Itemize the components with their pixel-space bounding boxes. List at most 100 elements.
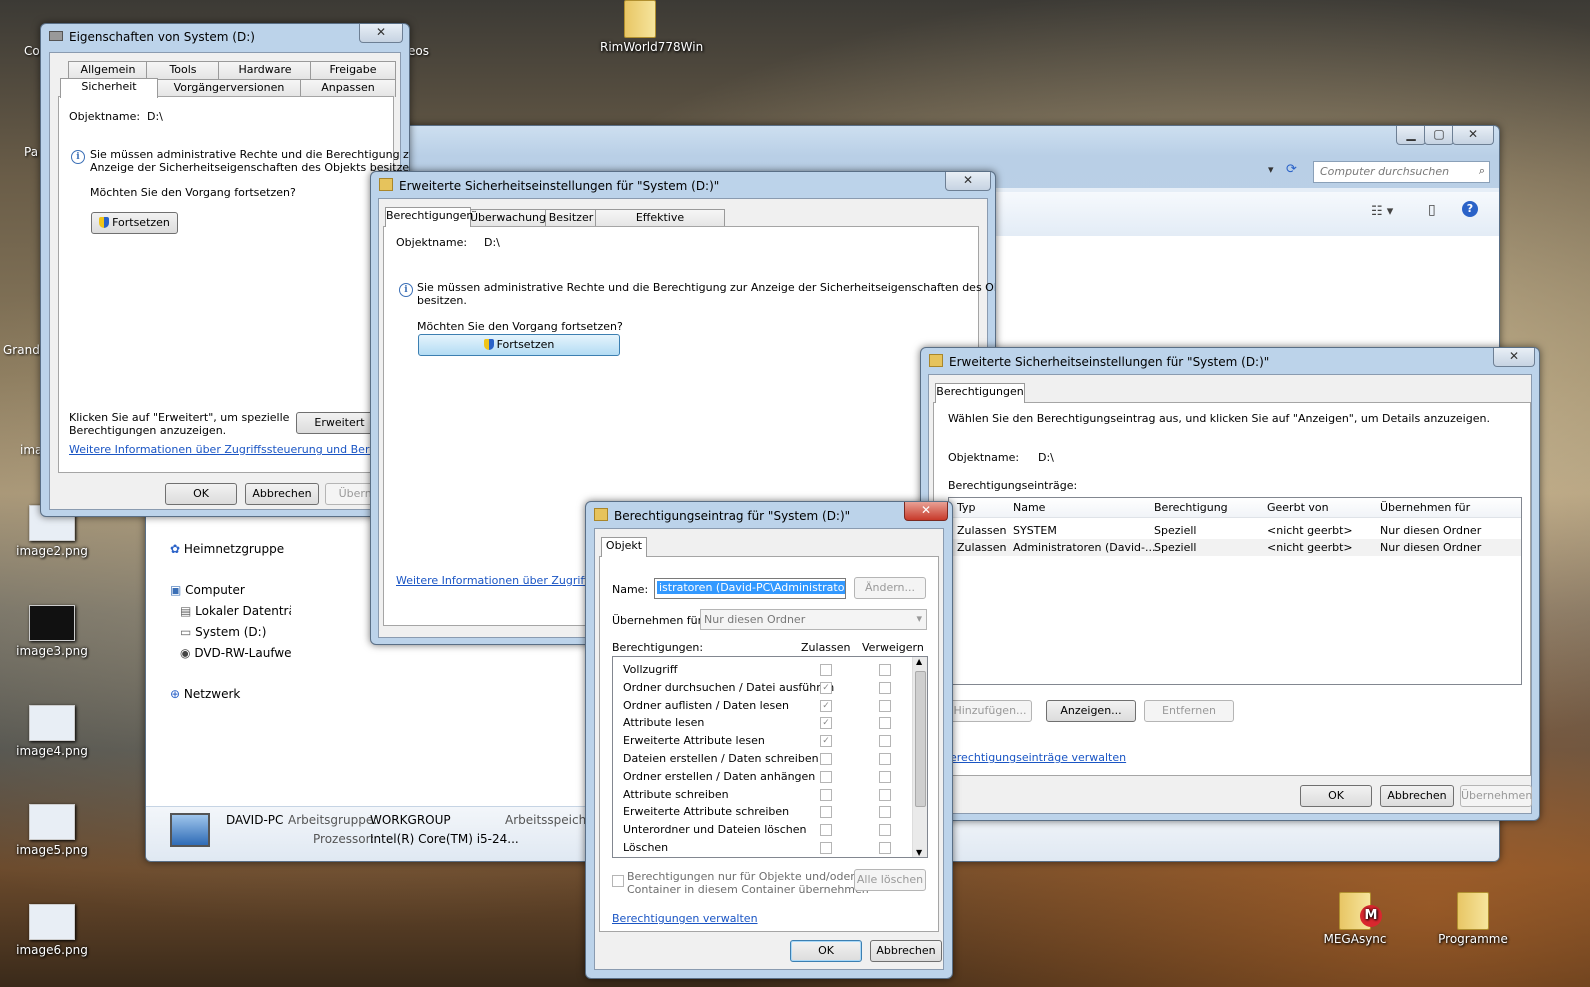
name-field[interactable]: istratoren (David-PC\Administratoren) <box>654 578 846 599</box>
close-button[interactable]: ✕ <box>1452 126 1494 145</box>
refresh-icon[interactable]: ⟳ <box>1286 162 1297 177</box>
column-header-inherited[interactable]: Geerbt von <box>1267 501 1329 514</box>
tab-effektive-berechtigungen[interactable]: Effektive Berechtigungen <box>595 209 725 240</box>
permission-row[interactable]: Unterordner und Dateien löschen <box>613 821 909 838</box>
deny-checkbox[interactable] <box>879 699 891 712</box>
deny-checkbox[interactable] <box>879 770 891 783</box>
properties-dialog[interactable]: Eigenschaften von System (D:) ✕ Allgemei… <box>40 23 410 517</box>
continue-button[interactable]: Fortsetzen <box>418 334 620 356</box>
maximize-button[interactable]: ▢ <box>1424 126 1454 145</box>
tab-berechtigungen[interactable]: Berechtigungen <box>385 207 473 227</box>
desktop-icon-image4[interactable]: image4.png <box>12 705 92 758</box>
column-header-name[interactable]: Name <box>1013 501 1045 514</box>
scroll-up-icon[interactable]: ▲ <box>916 657 922 666</box>
permission-row[interactable]: Attribute lesen ✓ <box>613 714 909 731</box>
tab-vorgaengerversionen[interactable]: Vorgängerversionen <box>156 79 302 97</box>
ok-button[interactable]: OK <box>790 940 862 962</box>
deny-checkbox[interactable] <box>879 664 891 676</box>
ok-button[interactable]: OK <box>165 483 237 505</box>
deny-checkbox[interactable] <box>879 788 891 801</box>
column-header-apply-to[interactable]: Übernehmen für <box>1380 501 1470 514</box>
nav-item-dvd[interactable]: ◉ DVD-RW-Laufwe <box>180 646 292 660</box>
change-button[interactable]: Ändern... <box>854 577 926 599</box>
allow-checkbox[interactable]: ✓ <box>820 735 832 748</box>
deny-checkbox[interactable] <box>879 735 891 748</box>
more-info-link[interactable]: Weitere Informationen über Zugriffssteue… <box>69 443 409 456</box>
tab-objekt[interactable]: Objekt <box>601 537 647 557</box>
minimize-button[interactable]: ▁ <box>1396 126 1426 145</box>
permission-row[interactable]: Ordner auflisten / Daten lesen ✓ <box>613 697 909 714</box>
nav-item-network[interactable]: ⊕ Netzwerk <box>170 687 240 701</box>
allow-checkbox[interactable]: ✓ <box>820 681 832 694</box>
scrollbar-thumb[interactable] <box>915 671 926 807</box>
nav-item-computer[interactable]: ▣ Computer <box>170 583 245 597</box>
permission-row[interactable]: Vollzugriff <box>613 661 909 678</box>
deny-checkbox[interactable] <box>879 824 891 837</box>
add-button[interactable]: Hinzufügen... <box>948 700 1032 722</box>
tab-hardware[interactable]: Hardware <box>218 61 312 79</box>
permission-row[interactable]: Attribute schreiben <box>613 786 909 803</box>
scroll-down-icon[interactable]: ▼ <box>916 848 922 857</box>
deny-checkbox[interactable] <box>879 753 891 765</box>
tab-ueberwachung[interactable]: Überwachung <box>469 209 547 227</box>
inherit-only-checkbox[interactable] <box>612 875 624 887</box>
tab-besitzer[interactable]: Besitzer <box>545 209 597 227</box>
column-header-type[interactable]: Typ <box>957 501 976 514</box>
manage-permissions-link[interactable]: Berechtigungen verwalten <box>612 912 758 925</box>
allow-checkbox[interactable]: ✓ <box>820 717 832 730</box>
advanced-security-dialog-2[interactable]: Erweiterte Sicherheitseinstellungen für … <box>920 347 1540 821</box>
apply-to-select[interactable]: Nur diesen Ordner ▾ <box>700 609 927 630</box>
permissions-scrollbar[interactable]: ▲ ▼ <box>912 657 927 857</box>
permission-entry-dialog[interactable]: Berechtigungseintrag für "System (D:)" ✕… <box>585 501 953 979</box>
continue-button[interactable]: Fortsetzen <box>91 212 178 234</box>
deny-checkbox[interactable] <box>879 842 891 854</box>
desktop-icon-image5[interactable]: image5.png <box>12 804 92 857</box>
tab-allgemein[interactable]: Allgemein <box>68 61 148 79</box>
preview-pane-icon[interactable]: ▯ <box>1428 202 1436 218</box>
desktop-icon-programme[interactable]: Programme <box>1433 892 1513 946</box>
permissions-list[interactable]: ▲ ▼ Vollzugriff Ordner durchsuchen / Date… <box>612 656 928 858</box>
chevron-down-icon[interactable]: ▾ <box>1268 163 1274 176</box>
permission-row[interactable]: Erweiterte Attribute schreiben <box>613 803 909 820</box>
manage-entries-link[interactable]: erechtigungseinträge verwalten <box>950 751 1126 764</box>
cancel-button[interactable]: Abbrechen <box>1380 785 1454 807</box>
tab-sicherheit[interactable]: Sicherheit <box>60 78 158 98</box>
ok-button[interactable]: OK <box>1300 785 1372 807</box>
permission-row[interactable]: Erweiterte Attribute lesen ✓ <box>613 732 909 749</box>
permission-row[interactable]: Dateien erstellen / Daten schreiben <box>613 750 909 767</box>
allow-checkbox[interactable] <box>820 770 832 783</box>
allow-checkbox[interactable] <box>820 824 832 837</box>
close-button[interactable]: ✕ <box>904 502 948 521</box>
close-button[interactable]: ✕ <box>359 24 403 43</box>
cancel-button[interactable]: Abbrechen <box>245 483 319 505</box>
search-input[interactable]: Computer durchsuchen ⌕ <box>1313 161 1490 183</box>
view-options-icon[interactable]: ☷ ▾ <box>1371 204 1393 219</box>
allow-checkbox[interactable] <box>820 788 832 801</box>
allow-checkbox[interactable] <box>820 753 832 765</box>
permission-row[interactable]: Löschen <box>613 839 909 856</box>
allow-checkbox[interactable] <box>820 806 832 819</box>
clear-all-button[interactable]: Alle löschen <box>854 869 926 891</box>
remove-button[interactable]: Entfernen <box>1144 700 1234 722</box>
nav-item-local-disk[interactable]: ▤ Lokaler Datenträg <box>180 604 303 618</box>
allow-checkbox[interactable] <box>820 842 832 854</box>
help-icon[interactable]: ? <box>1462 201 1478 217</box>
desktop-icon-rimworld[interactable]: RimWorld778Win <box>600 0 703 54</box>
tab-tools[interactable]: Tools <box>146 61 220 79</box>
desktop-icon-image6[interactable]: image6.png <box>12 904 92 957</box>
allow-checkbox[interactable]: ✓ <box>820 699 832 712</box>
deny-checkbox[interactable] <box>879 681 891 694</box>
cancel-button[interactable]: Abbrechen <box>870 940 942 962</box>
desktop-icon-image3[interactable]: image3.png <box>12 605 92 658</box>
allow-checkbox[interactable] <box>820 664 832 676</box>
view-button[interactable]: Anzeigen... <box>1046 700 1136 722</box>
tab-anpassen[interactable]: Anpassen <box>300 79 396 97</box>
desktop-icon-megasync[interactable]: M MEGAsync <box>1315 892 1395 946</box>
tab-freigabe[interactable]: Freigabe <box>310 61 396 79</box>
column-header-permission[interactable]: Berechtigung <box>1154 501 1228 514</box>
permission-row[interactable]: Ordner erstellen / Daten anhängen <box>613 768 909 785</box>
nav-item-homegroup[interactable]: ✿ Heimnetzgruppe <box>170 542 284 556</box>
close-button[interactable]: ✕ <box>1493 348 1535 367</box>
deny-checkbox[interactable] <box>879 806 891 819</box>
permission-entries-table[interactable]: Typ Name Berechtigung Geerbt von Überneh… <box>948 497 1522 685</box>
